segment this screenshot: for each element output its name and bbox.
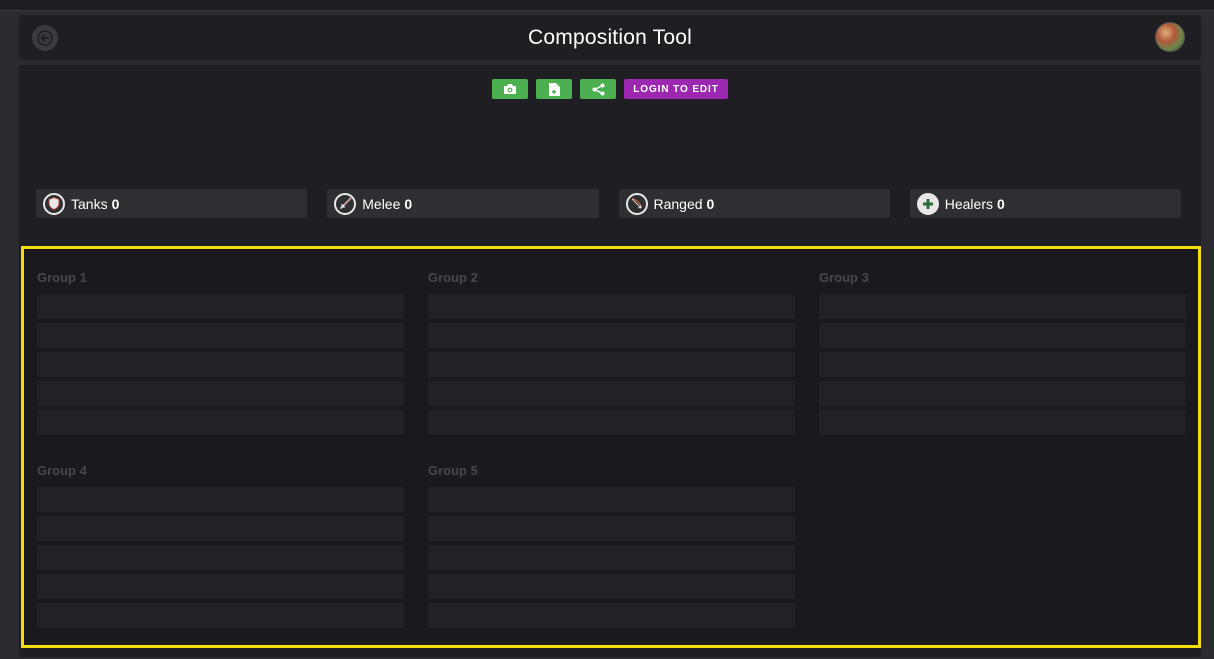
role-summary: Tanks 0 Melee 0 Ranged 0 Healers 0 [36,189,1181,218]
role-count: 0 [706,195,715,212]
role-melee: Melee 0 [327,189,599,218]
file-export-icon [548,82,560,96]
camera-icon [504,84,517,94]
top-strip [0,0,1214,11]
group-3: Group 3 [819,270,1186,439]
export-button[interactable] [536,79,573,99]
groups-area: Group 1 Group 2 Group 3 Group 4 Group 5 [21,246,1201,648]
role-ranged: Ranged 0 [618,189,890,218]
role-healers: Healers 0 [909,189,1181,218]
screenshot-button[interactable] [492,79,529,99]
role-label: Melee [362,195,401,212]
group-slot[interactable] [37,381,404,406]
group-slot[interactable] [37,545,404,570]
group-slot[interactable] [37,410,404,435]
group-title: Group 1 [37,270,87,285]
app-header: Composition Tool [19,15,1201,60]
role-count: 0 [997,195,1005,212]
group-slot[interactable] [428,381,795,406]
plus-icon [916,192,939,215]
group-slot[interactable] [428,410,795,435]
group-slot[interactable] [37,516,404,541]
group-slot[interactable] [428,352,795,377]
user-avatar[interactable] [1155,22,1185,52]
group-slot[interactable] [37,574,404,599]
group-slot[interactable] [428,603,795,628]
group-slot[interactable] [819,381,1186,406]
login-to-edit-button[interactable]: LOGIN TO EDIT [624,79,728,99]
group-slot[interactable] [819,294,1186,319]
group-title: Group 4 [37,463,87,478]
role-tanks: Tanks 0 [36,189,308,218]
group-slot[interactable] [37,487,404,512]
page-title: Composition Tool [528,25,692,49]
group-2: Group 2 [428,270,795,439]
role-label: Healers [944,195,993,212]
share-icon [592,83,605,95]
group-slot[interactable] [428,574,795,599]
role-count: 0 [111,195,120,212]
arrow-left-icon [37,30,53,46]
group-slot[interactable] [37,352,404,377]
share-button[interactable] [580,79,617,99]
group-1: Group 1 [37,270,404,439]
role-count: 0 [404,195,413,212]
group-slot[interactable] [37,323,404,348]
main-panel: LOGIN TO EDIT Tanks 0 Melee 0 Ranged 0 H… [19,65,1201,657]
group-title: Group 3 [819,270,869,285]
back-button[interactable] [32,25,58,51]
group-slot[interactable] [428,545,795,570]
group-slot[interactable] [428,294,795,319]
role-label: Ranged [653,195,703,212]
group-4: Group 4 [37,463,404,632]
group-slot[interactable] [428,323,795,348]
group-5: Group 5 [428,463,795,632]
shield-icon [43,192,65,215]
group-title: Group 2 [428,270,478,285]
group-slot[interactable] [819,352,1186,377]
group-slot[interactable] [37,603,404,628]
group-slot[interactable] [428,487,795,512]
group-title: Group 5 [428,463,478,478]
group-slot[interactable] [819,410,1186,435]
role-label: Tanks [71,195,108,212]
toolbar: LOGIN TO EDIT [19,79,1201,99]
sword-icon [334,192,357,215]
group-slot[interactable] [428,516,795,541]
group-slot[interactable] [819,323,1186,348]
group-slot[interactable] [37,294,404,319]
bow-icon [625,192,648,215]
